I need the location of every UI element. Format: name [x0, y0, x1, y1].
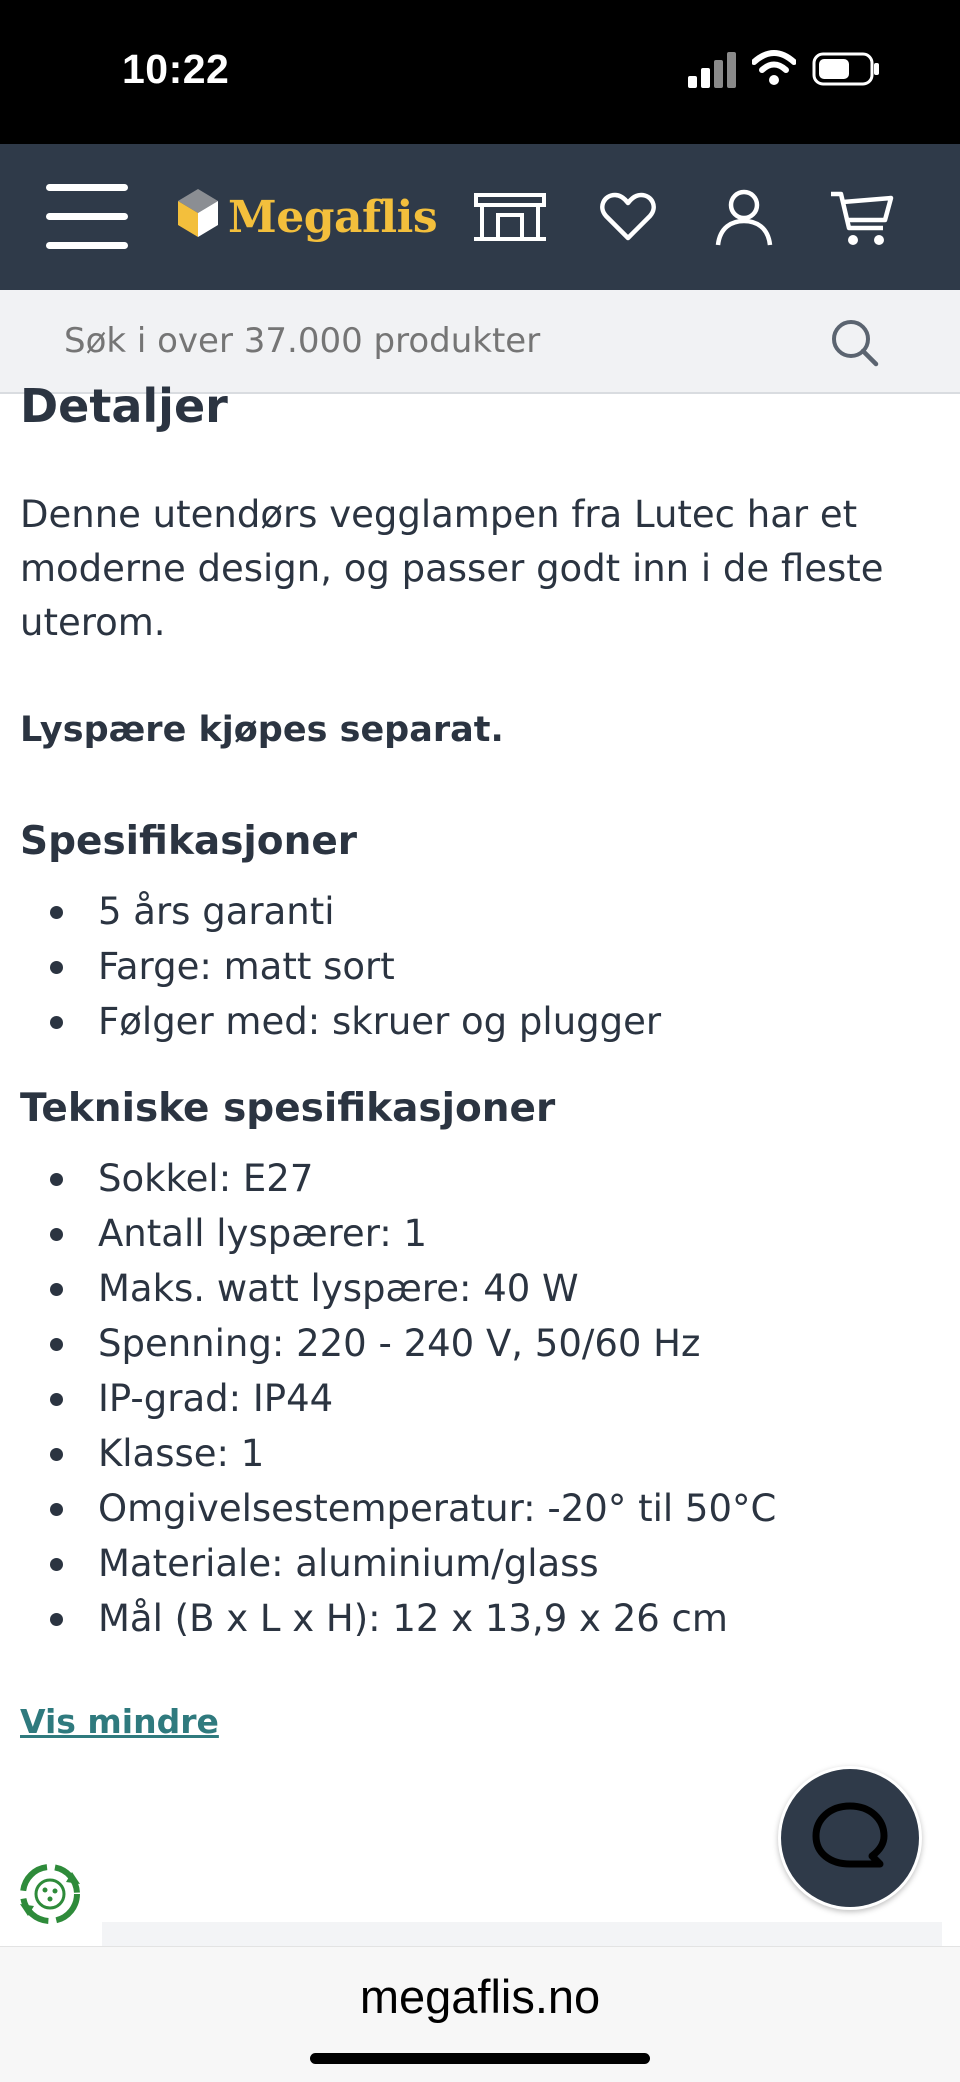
list-item: Klasse: 1 — [20, 1426, 776, 1481]
details-heading: Detaljer — [20, 379, 228, 433]
home-indicator[interactable] — [310, 2053, 650, 2064]
browser-bar: megaflis.no — [0, 1946, 960, 2082]
battery-icon — [812, 52, 880, 90]
list-item: Sokkel: E27 — [20, 1151, 776, 1206]
site-header: Megaflis — [0, 144, 960, 290]
user-icon[interactable] — [706, 184, 782, 250]
list-item: 5 års garanti — [20, 884, 661, 939]
brand-logo[interactable]: Megaflis — [172, 182, 438, 252]
brand-name: Megaflis — [228, 191, 438, 243]
list-item: Materiale: aluminium/glass — [20, 1536, 776, 1591]
specifications-heading: Spesifikasjoner — [20, 819, 358, 864]
list-item: Følger med: skruer og plugger — [20, 994, 661, 1049]
details-note: Lyspære kjøpes separat. — [20, 710, 504, 750]
list-item: Maks. watt lyspære: 40 W — [20, 1261, 776, 1316]
eco-badge-icon[interactable] — [14, 1858, 86, 1934]
logo-mark-icon — [178, 189, 218, 237]
list-item: Farge: matt sort — [20, 939, 661, 994]
wifi-icon — [751, 50, 797, 90]
chat-icon — [812, 1802, 888, 1868]
heart-icon[interactable] — [590, 184, 666, 250]
search-icon[interactable] — [830, 318, 880, 372]
list-item: Mål (B x L x H): 12 x 13,9 x 26 cm — [20, 1591, 776, 1646]
list-item: IP-grad: IP44 — [20, 1371, 776, 1426]
list-item: Spenning: 220 - 240 V, 50/60 Hz — [20, 1316, 776, 1371]
list-item: Omgivelsestemperatur: -20° til 50°C — [20, 1481, 776, 1536]
signal-icon — [688, 52, 736, 92]
technical-list: Sokkel: E27 Antall lyspærer: 1 Maks. wat… — [20, 1151, 776, 1646]
chat-button[interactable] — [778, 1766, 922, 1910]
list-item: Antall lyspærer: 1 — [20, 1206, 776, 1261]
browser-url[interactable]: megaflis.no — [0, 1969, 960, 2024]
store-icon[interactable] — [472, 184, 548, 250]
status-bar: 10:22 — [0, 0, 960, 144]
menu-icon[interactable] — [46, 184, 128, 250]
specifications-list: 5 års garanti Farge: matt sort Følger me… — [20, 884, 661, 1049]
show-less-link[interactable]: Vis mindre — [20, 1702, 219, 1741]
cart-icon[interactable] — [824, 184, 900, 250]
details-description: Denne utendørs vegglampen fra Lutec har … — [20, 493, 884, 644]
status-time: 10:22 — [122, 46, 230, 92]
page-bottom-strip — [102, 1922, 942, 1946]
technical-heading: Tekniske spesifikasjoner — [20, 1086, 556, 1131]
